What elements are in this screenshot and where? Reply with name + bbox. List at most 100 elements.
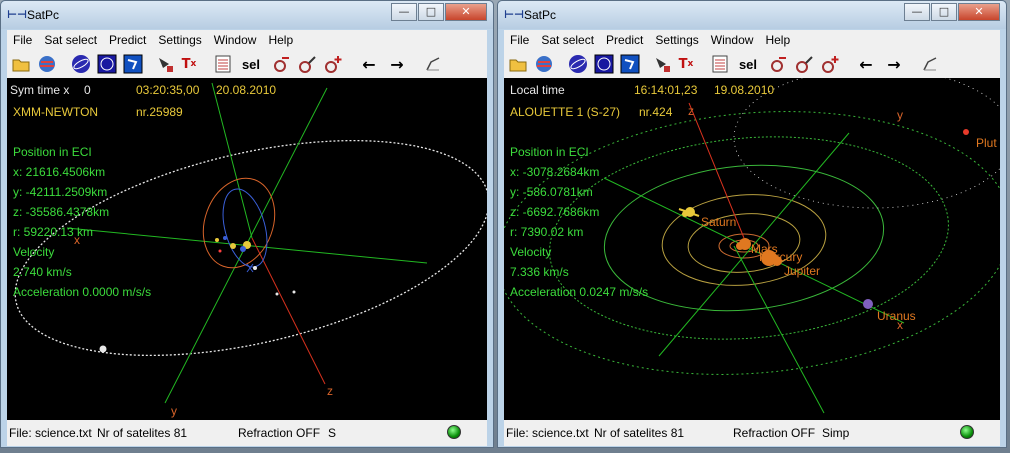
sel-button[interactable]: sel [237,52,265,76]
satpc-app-icon: ⊢⊣ [504,8,525,21]
time-value: 16:14:01,23 [634,83,698,97]
status-led-icon [960,425,974,439]
satellite-orbit-icon[interactable] [566,52,590,76]
menu-sat-select[interactable]: Sat select [38,33,103,47]
orbit-graphics [14,82,487,404]
title-bar[interactable]: ⊢⊣ SatPc — □ ✕ [498,1,1006,29]
position-y: y: -586.0781km [510,185,593,199]
menu-file[interactable]: File [504,33,535,47]
menu-bar: File Sat select Predict Settings Window … [7,30,487,50]
status-satellite-count: Nr of satelites 81 [594,426,685,440]
arrow-right-icon[interactable]: → [385,52,409,76]
maximize-button[interactable]: □ [931,3,957,21]
window-title: SatPc [27,8,60,22]
open-folder-icon[interactable] [9,52,33,76]
list-icon[interactable] [211,52,235,76]
satellite-name: ALOUETTE 1 (S-27) [510,105,621,119]
menu-settings[interactable]: Settings [152,33,207,47]
add-sat-icon[interactable] [321,52,345,76]
world-map-icon[interactable] [618,52,642,76]
position-r: r: 7390.02 km [510,225,584,239]
sweep-icon[interactable] [421,52,445,76]
menu-sat-select[interactable]: Sat select [535,33,600,47]
sel-button[interactable]: sel [734,52,762,76]
edit-sat-icon[interactable] [295,52,319,76]
position-z: z: -6692.7686km [510,205,600,219]
world-map-icon[interactable] [121,52,145,76]
planet-label-mercury: Mercury [759,250,803,264]
remove-sat-icon[interactable] [269,52,293,76]
status-file: File: science.txt [9,426,92,440]
time-multiplier: 0 [84,83,91,97]
tx-icon[interactable]: Tx [177,52,201,76]
time-value: 03:20:35,00 [136,83,200,97]
menu-window[interactable]: Window [705,33,760,47]
star-map-icon[interactable] [95,52,119,76]
position-x: x: -3078.2684km [510,165,600,179]
satpc-app-icon: ⊢⊣ [7,8,28,21]
date-value: 19.08.2010 [714,83,775,97]
planet-label-saturn: Saturn [701,215,737,229]
menu-help[interactable]: Help [759,33,796,47]
sweep-icon[interactable] [918,52,942,76]
satpc-window-right: ⊢⊣ SatPc — □ ✕ File Sat select Predict S… [497,0,1007,448]
toolbar: Tx sel ← → [7,50,487,79]
menu-help[interactable]: Help [262,33,299,47]
menu-predict[interactable]: Predict [600,33,649,47]
velocity-value: 2.740 km/s [13,265,72,279]
status-bar: File: science.txt Nr of satelites 81 Ref… [7,420,487,446]
date-value: 20.08.2010 [216,83,277,97]
toolbar: Tx sel ← → [504,50,1000,79]
globe-icon[interactable] [35,52,59,76]
window-title: SatPc [524,8,557,22]
antenna-icon[interactable] [650,52,674,76]
velocity-value: 7.336 km/s [510,265,569,279]
axis-z-label: z [327,384,333,398]
add-sat-icon[interactable] [818,52,842,76]
solar-system-view-canvas[interactable]: Local time 16:14:01,23 19.08.2010 ALOUET… [504,78,1000,420]
planet-label-jupiter: Jupiter [784,264,821,278]
axis-y-label: y [171,404,177,418]
globe-icon[interactable] [532,52,556,76]
list-icon[interactable] [708,52,732,76]
axis-y-label: y [897,108,903,122]
remove-sat-icon[interactable] [766,52,790,76]
position-y: y: -42111.2509km [13,185,108,199]
star-map-icon[interactable] [592,52,616,76]
antenna-icon[interactable] [153,52,177,76]
satellite-name: XMM-NEWTON [13,105,99,119]
open-folder-icon[interactable] [506,52,530,76]
axis-x-label: x [74,233,80,247]
position-x: x: 21616.4506km [13,165,106,179]
arrow-left-icon[interactable]: ← [854,52,878,76]
satellite-number: nr.424 [639,105,673,119]
minimize-button[interactable]: — [904,3,930,21]
planet-label-pluto: Plut [976,136,997,150]
time-mode-label: Sym time x [10,83,70,97]
arrow-right-icon[interactable]: → [882,52,906,76]
position-r: r: 59220.13 km [13,225,94,239]
satellite-orbit-icon[interactable] [69,52,93,76]
status-refraction: Refraction OFF [238,426,321,440]
maximize-button[interactable]: □ [418,3,444,21]
edit-sat-icon[interactable] [792,52,816,76]
status-satellite-count: Nr of satelites 81 [97,426,188,440]
status-led-icon [447,425,461,439]
menu-settings[interactable]: Settings [649,33,704,47]
menu-window[interactable]: Window [208,33,263,47]
menu-file[interactable]: File [7,33,38,47]
title-bar[interactable]: ⊢⊣ SatPc — □ ✕ [1,1,493,29]
menu-predict[interactable]: Predict [103,33,152,47]
minimize-button[interactable]: — [391,3,417,21]
arrow-left-icon[interactable]: ← [357,52,381,76]
orbit-view-canvas[interactable]: Sym time x 0 03:20:35,00 20.08.2010 XMM-… [7,78,487,420]
planet-label-uranus: Uranus [877,309,916,323]
velocity-title: Velocity [13,245,55,259]
close-button[interactable]: ✕ [445,3,487,21]
status-extra: S [328,426,337,440]
status-extra: Simp [822,426,850,440]
tx-icon[interactable]: Tx [674,52,698,76]
status-refraction: Refraction OFF [733,426,816,440]
close-button[interactable]: ✕ [958,3,1000,21]
acceleration-value: Acceleration 0.0000 m/s/s [13,285,152,299]
